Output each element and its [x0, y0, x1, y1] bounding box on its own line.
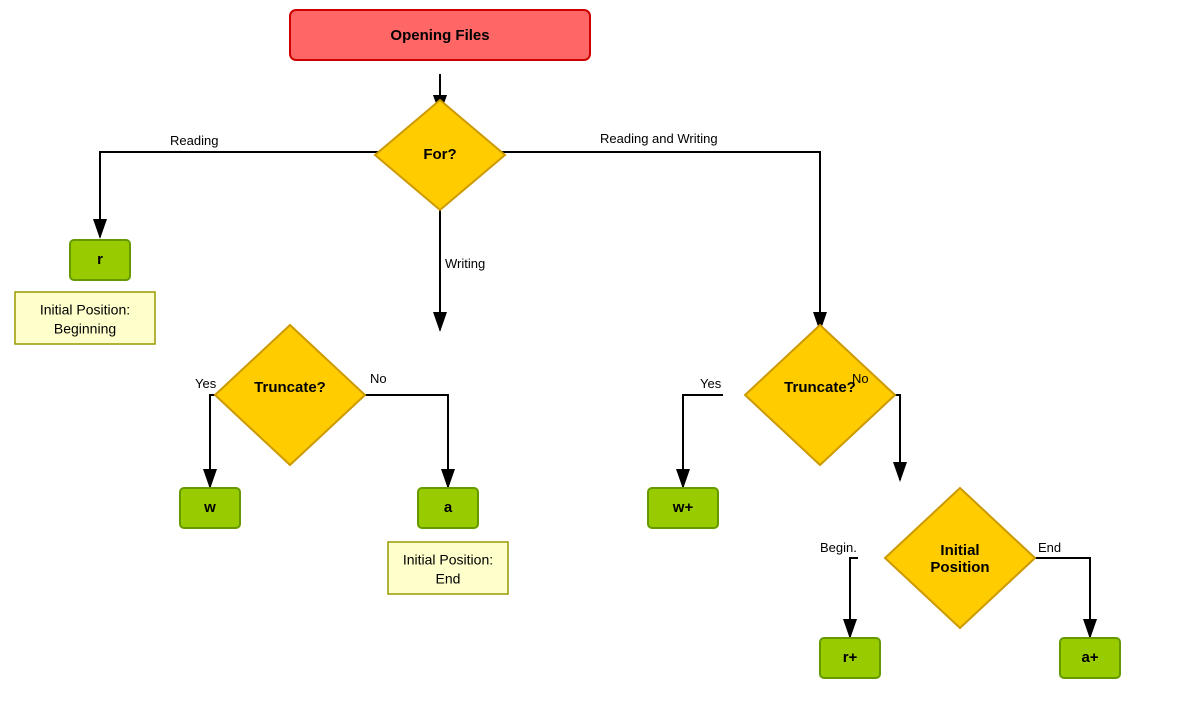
- init-pos-label1: Initial: [940, 542, 979, 559]
- r-label: r: [97, 251, 103, 268]
- note-beginning-text1: Initial Position:: [40, 302, 130, 318]
- no2-label: No: [852, 371, 869, 386]
- truncate2-label: Truncate?: [784, 379, 856, 396]
- edge-t2-yes: [683, 395, 723, 487]
- begin-label: Begin.: [820, 540, 857, 555]
- reading-label: Reading: [170, 133, 218, 148]
- ap-label: a+: [1081, 649, 1098, 666]
- edge-initpos-begin: [850, 558, 858, 637]
- wp-label: w+: [672, 499, 694, 516]
- a-label: a: [444, 499, 453, 516]
- end-label: End: [1038, 540, 1061, 555]
- init-pos-label2: Position: [930, 559, 989, 576]
- flowchart: Opening Files For? Reading Writing Readi…: [0, 0, 1182, 702]
- yes1-label: Yes: [195, 376, 217, 391]
- note-beginning-text2: Beginning: [54, 321, 116, 337]
- for-label: For?: [423, 146, 456, 163]
- rp-label: r+: [843, 649, 858, 666]
- readwrite-label: Reading and Writing: [600, 131, 718, 146]
- w-label: w: [203, 499, 216, 516]
- note-end-text2: End: [436, 571, 461, 587]
- edge-for-readwrite: [492, 152, 820, 330]
- edge-for-reading: [100, 152, 388, 237]
- no1-label: No: [370, 371, 387, 386]
- opening-files-label: Opening Files: [390, 27, 489, 44]
- writing-label: Writing: [445, 256, 485, 271]
- yes2-label: Yes: [700, 376, 722, 391]
- note-end-text1: Initial Position:: [403, 552, 493, 568]
- truncate1-label: Truncate?: [254, 379, 326, 396]
